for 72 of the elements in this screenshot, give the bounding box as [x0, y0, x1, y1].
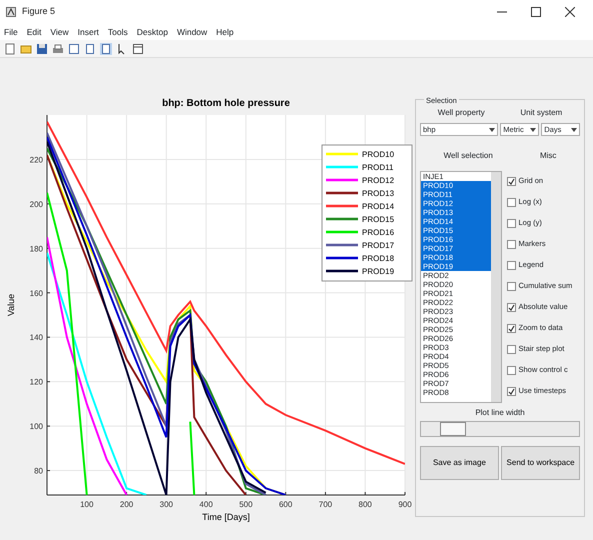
scrollbar[interactable] [491, 172, 501, 402]
checkbox[interactable] [506, 176, 516, 186]
panel-icon[interactable] [100, 42, 112, 54]
panel-button[interactable]: Send to workspace [501, 446, 580, 480]
x-tick-label: 500 [239, 500, 253, 509]
x-tick-label: 100 [80, 500, 94, 509]
y-tick-label: 80 [34, 466, 43, 476]
legend-label: PROD12 [362, 176, 394, 185]
checkbox[interactable] [506, 302, 516, 312]
legend-label: PROD17 [362, 241, 394, 250]
checkbox[interactable] [506, 344, 516, 354]
unit-system-label: Unit system [519, 106, 564, 118]
x-tick-label: 200 [120, 500, 134, 509]
checkbox[interactable] [506, 282, 516, 290]
layout-icon[interactable] [84, 42, 96, 54]
new-file-icon[interactable] [4, 42, 16, 54]
x-tick-label: 300 [160, 500, 174, 509]
menu-item[interactable]: Window [176, 26, 208, 38]
y-tick-label: 140 [30, 333, 43, 342]
misc-label: Misc [538, 150, 558, 162]
chart-title: bhp: Bottom hole pressure [162, 98, 290, 109]
print-icon[interactable] [52, 42, 64, 54]
open-folder-icon[interactable] [20, 42, 32, 54]
y-tick-label: 100 [30, 422, 43, 432]
checkbox[interactable] [506, 218, 516, 228]
slider-thumb[interactable] [440, 422, 466, 436]
x-tick-label: 800 [358, 500, 372, 509]
legend-label: PROD18 [362, 254, 394, 263]
dock-icon[interactable] [132, 42, 144, 54]
legend-label: PROD15 [362, 215, 394, 224]
checkbox[interactable] [506, 260, 516, 270]
well-property-label: Well property [436, 106, 486, 118]
y-tick-label: 200 [30, 200, 43, 209]
panel-button[interactable]: Save as image [420, 446, 499, 480]
x-tick-label: 600 [278, 500, 292, 509]
y-tick-label: 220 [30, 155, 43, 164]
legend-label: PROD13 [362, 189, 394, 198]
legend-label: PROD14 [362, 202, 394, 211]
window-title: Figure 5 [22, 5, 56, 18]
menu-item[interactable]: Edit [26, 26, 42, 38]
legend-label: PROD19 [362, 267, 394, 276]
y-axis-label: Value [6, 294, 16, 316]
checkbox[interactable] [506, 240, 516, 248]
x-axis-label: Time [Days] [202, 512, 250, 522]
caret-icon [530, 128, 536, 132]
menu-item[interactable]: Desktop [136, 26, 168, 38]
y-tick-label: 160 [30, 288, 43, 298]
well-selection-label: Well selection [442, 150, 494, 162]
checkbox[interactable] [506, 198, 516, 206]
line-width-slider[interactable] [420, 421, 580, 438]
menu-item[interactable]: File [4, 26, 18, 38]
save-icon[interactable] [36, 42, 48, 54]
x-tick-label: 400 [199, 500, 213, 509]
checkbox[interactable] [506, 324, 516, 332]
zoom-icon[interactable] [68, 42, 80, 54]
y-tick-label: 180 [30, 244, 43, 254]
x-tick-label: 900 [398, 500, 412, 509]
caret-icon [489, 128, 496, 132]
y-tick-label: 120 [30, 378, 43, 387]
x-tick-label: 700 [318, 500, 332, 509]
menu-item[interactable]: Tools [108, 26, 128, 38]
menu-item[interactable]: View [50, 26, 69, 38]
line-width-label: Plot line width [474, 407, 526, 419]
legend-label: PROD11 [362, 163, 394, 172]
caret-icon [571, 128, 577, 132]
legend-label: PROD10 [362, 150, 394, 159]
checkbox[interactable] [506, 366, 516, 374]
checkbox[interactable] [506, 386, 516, 396]
legend-label: PROD16 [362, 228, 394, 237]
menu-item[interactable]: Insert [78, 26, 99, 38]
app-icon [6, 7, 16, 17]
menu-item[interactable]: Help [216, 26, 234, 38]
